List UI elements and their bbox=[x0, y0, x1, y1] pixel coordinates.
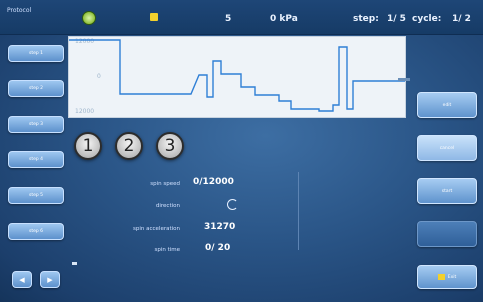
step-number: 2 bbox=[123, 136, 135, 156]
screen: Protocol 5 0 kPa step: 1/ 5 cycle: 1/ 2 … bbox=[0, 0, 483, 302]
spin-profile-line bbox=[69, 39, 405, 112]
sidebar-item-label: step 5 bbox=[28, 193, 44, 198]
speed-value: 5 bbox=[225, 14, 232, 24]
spin-speed-value[interactable]: 0/12000 bbox=[193, 177, 234, 187]
spin-profile-graph: 12000 0 12000 bbox=[68, 36, 406, 118]
start-button[interactable]: start bbox=[417, 178, 477, 204]
direction-icon[interactable] bbox=[227, 199, 238, 210]
spin-time-label: spin time bbox=[154, 247, 180, 253]
sidebar-item-step-6[interactable]: step 6 bbox=[8, 223, 64, 240]
next-page-button[interactable]: ▶ bbox=[40, 271, 60, 288]
lock-icon bbox=[150, 13, 158, 21]
spin-acceleration-value[interactable]: 31270 bbox=[204, 222, 235, 232]
arrow-left-icon: ◀ bbox=[19, 275, 25, 284]
step-number: 1 bbox=[82, 136, 94, 156]
protocol-title: Protocol bbox=[7, 7, 32, 14]
pressure-readout: 0 kPa bbox=[270, 14, 298, 24]
sidebar-item-label: step 4 bbox=[28, 157, 44, 162]
sidebar-item-step-2[interactable]: step 2 bbox=[8, 80, 64, 97]
small-marker-icon bbox=[72, 262, 77, 265]
cycle-value: 1/ 2 bbox=[452, 14, 471, 24]
prev-page-button[interactable]: ◀ bbox=[12, 271, 32, 288]
graph-edge-marker bbox=[398, 78, 410, 81]
cancel-label: cancel bbox=[439, 145, 455, 151]
step-label: step: bbox=[353, 14, 379, 24]
exit-icon bbox=[437, 274, 445, 280]
sidebar-item-label: step 3 bbox=[28, 122, 44, 127]
sidebar-item-step-1[interactable]: step 1 bbox=[8, 45, 64, 62]
sidebar-item-step-4[interactable]: step 4 bbox=[8, 151, 64, 168]
top-status-bar: Protocol 5 0 kPa step: 1/ 5 cycle: 1/ 2 bbox=[0, 0, 483, 35]
disabled-button bbox=[417, 221, 477, 247]
exit-label: Exit bbox=[447, 274, 457, 280]
edit-button[interactable]: edit bbox=[417, 92, 477, 118]
spin-speed-label: spin speed bbox=[150, 181, 180, 187]
direction-label: direction bbox=[155, 203, 180, 209]
cycle-label: cycle: bbox=[412, 14, 442, 24]
edit-label: edit bbox=[442, 102, 452, 108]
panel-divider bbox=[298, 172, 299, 250]
arrow-right-icon: ▶ bbox=[47, 275, 53, 284]
spin-acceleration-label: spin acceleration bbox=[133, 226, 180, 232]
step-number: 3 bbox=[164, 136, 176, 156]
start-label: start bbox=[441, 188, 453, 194]
step-2-button[interactable]: 2 bbox=[115, 132, 143, 160]
sidebar-item-label: step 6 bbox=[28, 229, 44, 234]
power-icon[interactable] bbox=[82, 11, 96, 25]
sidebar-item-label: step 1 bbox=[28, 51, 44, 56]
sidebar-item-step-3[interactable]: step 3 bbox=[8, 116, 64, 133]
step-3-button[interactable]: 3 bbox=[156, 132, 184, 160]
step-value: 1/ 5 bbox=[387, 14, 406, 24]
spin-time-value[interactable]: 0/ 20 bbox=[205, 243, 230, 253]
sidebar-item-step-5[interactable]: step 5 bbox=[8, 187, 64, 204]
sidebar-item-label: step 2 bbox=[28, 86, 44, 91]
cancel-button[interactable]: cancel bbox=[417, 135, 477, 161]
exit-button[interactable]: Exit bbox=[417, 265, 477, 289]
step-1-button[interactable]: 1 bbox=[74, 132, 102, 160]
